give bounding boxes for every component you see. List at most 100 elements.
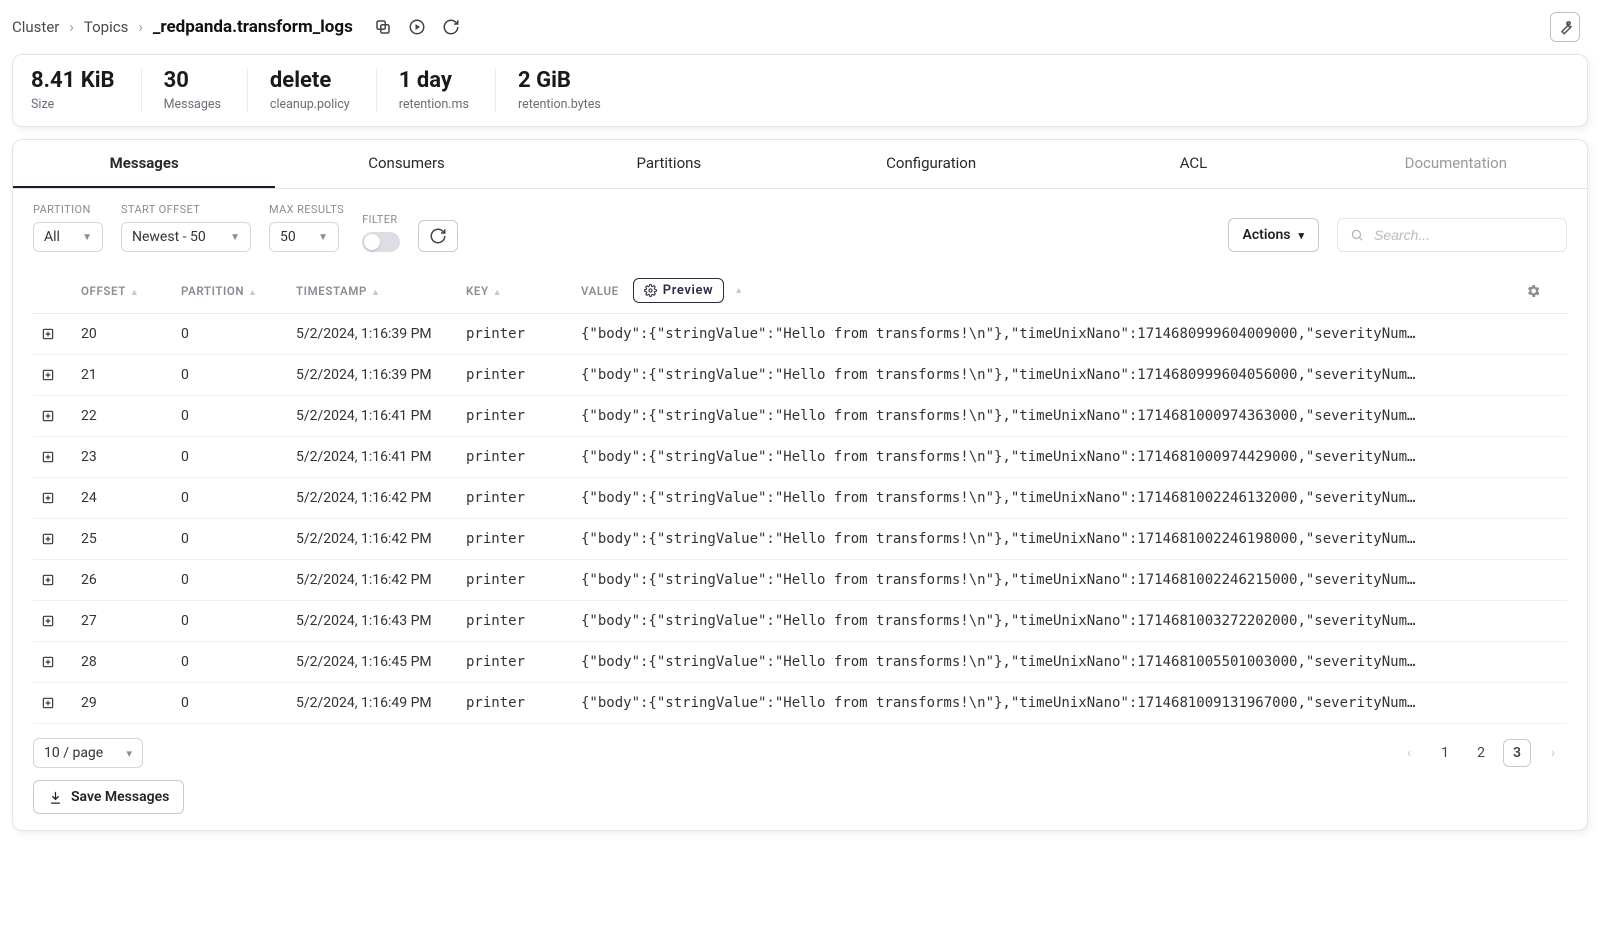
breadcrumb: Cluster › Topics › _redpanda.transform_l… [12,17,461,37]
table-row: 2405/2/2024, 1:16:42 PMprinter{"body":{"… [33,478,1567,519]
max-results-label: MAX RESULTS [269,203,344,216]
cell-offset: 22 [73,396,173,437]
expand-row-icon[interactable] [33,601,73,642]
stat-messages-value: 30 [164,69,221,93]
tab-messages[interactable]: Messages [13,140,275,188]
refresh-icon[interactable] [441,17,461,37]
col-offset[interactable]: OFFSET▲ [73,268,173,314]
tab-partitions[interactable]: Partitions [538,140,800,188]
filter-toggle[interactable] [362,232,400,252]
cell-key: printer [458,437,573,478]
caret-down-icon: ▼ [82,232,92,243]
expand-row-icon[interactable] [33,560,73,601]
topic-tabs: Messages Consumers Partitions Configurat… [13,140,1587,189]
search-input-wrapper[interactable] [1337,218,1567,252]
breadcrumb-topics[interactable]: Topics [84,18,128,36]
col-value: VALUE Preview ▲ [573,268,1517,314]
sort-icon: ▲ [734,285,744,296]
filter-label: FILTER [362,213,400,226]
tab-acl[interactable]: ACL [1062,140,1324,188]
page-2[interactable]: 2 [1467,740,1495,766]
chevron-down-icon: ▾ [126,747,132,760]
table-row: 2805/2/2024, 1:16:45 PMprinter{"body":{"… [33,642,1567,683]
cell-offset: 23 [73,437,173,478]
expand-row-icon[interactable] [33,519,73,560]
settings-wrench-icon[interactable] [1550,12,1580,42]
cell-offset: 29 [73,683,173,724]
play-icon[interactable] [407,17,427,37]
col-partition[interactable]: PARTITION▲ [173,268,288,314]
page-next[interactable]: › [1539,740,1567,766]
actions-button[interactable]: Actions ▾ [1228,218,1319,252]
sort-icon: ▲ [130,288,140,298]
search-input[interactable] [1372,226,1554,244]
max-results-value: 50 [280,229,296,245]
search-icon [1350,228,1364,242]
chevron-right-icon: › [138,18,143,36]
cell-offset: 26 [73,560,173,601]
cell-value: {"body":{"stringValue":"Hello from trans… [573,560,1517,601]
expand-row-icon[interactable] [33,683,73,724]
col-key[interactable]: KEY▲ [458,268,573,314]
cell-offset: 20 [73,314,173,355]
save-messages-button[interactable]: Save Messages [33,780,184,814]
cell-partition: 0 [173,314,288,355]
expand-row-icon[interactable] [33,437,73,478]
topic-stats: 8.41 KiBSize 30Messages deletecleanup.po… [12,54,1588,127]
partition-select[interactable]: All ▼ [33,222,103,252]
tab-configuration[interactable]: Configuration [800,140,1062,188]
expand-row-icon[interactable] [33,478,73,519]
table-row: 2105/2/2024, 1:16:39 PMprinter{"body":{"… [33,355,1567,396]
copy-icon[interactable] [373,17,393,37]
partition-label: PARTITION [33,203,103,216]
preview-button[interactable]: Preview [633,278,725,303]
cell-value: {"body":{"stringValue":"Hello from trans… [573,314,1517,355]
tab-consumers[interactable]: Consumers [275,140,537,188]
cell-offset: 25 [73,519,173,560]
cell-timestamp: 5/2/2024, 1:16:43 PM [288,601,458,642]
table-row: 2005/2/2024, 1:16:39 PMprinter{"body":{"… [33,314,1567,355]
cell-key: printer [458,314,573,355]
cell-value: {"body":{"stringValue":"Hello from trans… [573,519,1517,560]
table-row: 2305/2/2024, 1:16:41 PMprinter{"body":{"… [33,437,1567,478]
breadcrumb-cluster[interactable]: Cluster [12,18,59,36]
cell-partition: 0 [173,396,288,437]
gear-icon[interactable] [1525,283,1559,299]
cell-partition: 0 [173,437,288,478]
expand-row-icon[interactable] [33,396,73,437]
cell-value: {"body":{"stringValue":"Hello from trans… [573,355,1517,396]
page-prev[interactable]: ‹ [1395,740,1423,766]
page-3[interactable]: 3 [1503,739,1531,767]
save-messages-label: Save Messages [71,789,169,805]
page-1[interactable]: 1 [1431,740,1459,766]
expand-row-icon[interactable] [33,642,73,683]
download-icon [48,790,63,805]
table-row: 2705/2/2024, 1:16:43 PMprinter{"body":{"… [33,601,1567,642]
cell-timestamp: 5/2/2024, 1:16:42 PM [288,478,458,519]
cell-offset: 24 [73,478,173,519]
pagination: ‹ 1 2 3 › [1395,739,1567,767]
cell-timestamp: 5/2/2024, 1:16:41 PM [288,437,458,478]
start-offset-select[interactable]: Newest - 50 ▼ [121,222,251,252]
stat-size-label: Size [31,97,115,112]
cell-timestamp: 5/2/2024, 1:16:39 PM [288,314,458,355]
table-footer: 10 / page ▾ ‹ 1 2 3 › [13,724,1587,770]
chevron-right-icon: › [69,18,74,36]
cell-timestamp: 5/2/2024, 1:16:42 PM [288,519,458,560]
col-timestamp[interactable]: TIMESTAMP▲ [288,268,458,314]
start-offset-label: START OFFSET [121,203,251,216]
cell-key: printer [458,396,573,437]
expand-row-icon[interactable] [33,314,73,355]
sort-icon: ▲ [493,288,503,298]
cell-partition: 0 [173,560,288,601]
sort-icon: ▲ [371,288,381,298]
max-results-select[interactable]: 50 ▼ [269,222,339,252]
refresh-button[interactable] [418,220,458,252]
stat-retbytes-value: 2 GiB [518,69,601,93]
tab-documentation[interactable]: Documentation [1325,140,1587,188]
cell-offset: 27 [73,601,173,642]
cell-timestamp: 5/2/2024, 1:16:49 PM [288,683,458,724]
cell-partition: 0 [173,601,288,642]
page-size-select[interactable]: 10 / page ▾ [33,738,143,768]
expand-row-icon[interactable] [33,355,73,396]
